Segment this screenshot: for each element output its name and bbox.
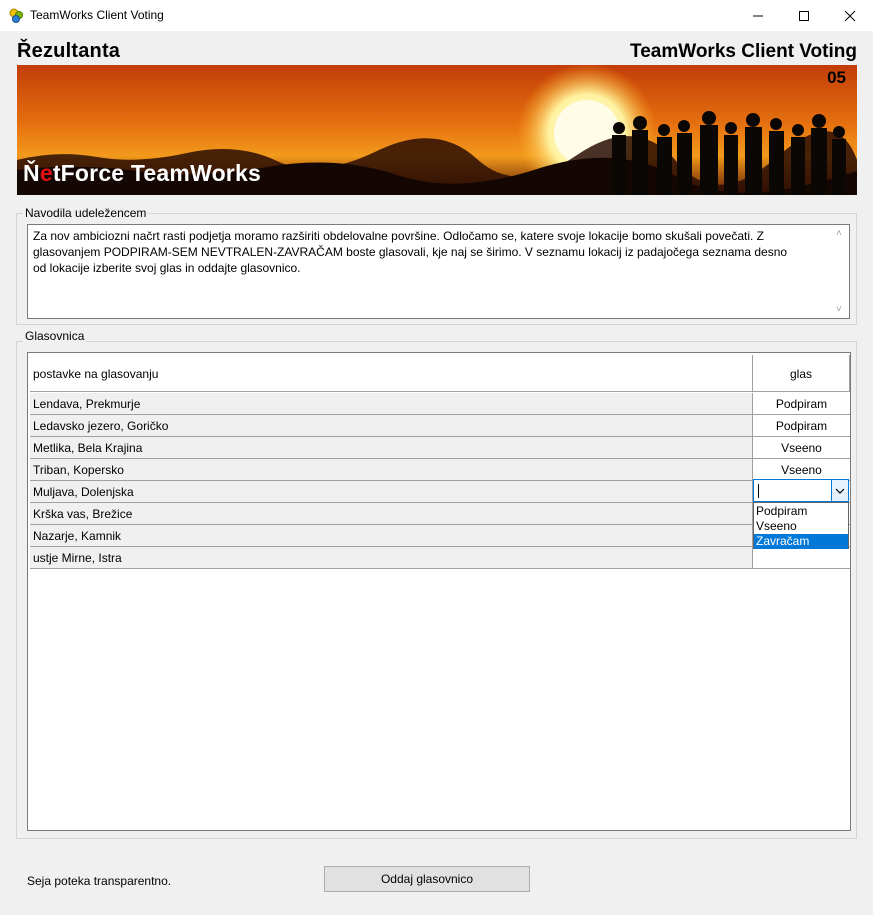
vote-cell[interactable] [753, 547, 850, 568]
vote-cell[interactable]: Vseeno [753, 437, 850, 458]
vote-cell[interactable]: Vseeno [753, 459, 850, 480]
app-heading: TeamWorks Client Voting [630, 41, 857, 62]
instructions-scrollbar[interactable]: ˄ ˅ [832, 225, 849, 318]
window-title: TeamWorks Client Voting [30, 8, 164, 22]
rezultanta-logo: Řezultanta [17, 40, 121, 62]
dropdown-option-podpiram[interactable]: Podpiram [754, 504, 848, 519]
grid-header: postavke na glasovanju glas [30, 355, 850, 392]
submit-ballot-button[interactable]: Oddaj glasovnico [324, 866, 530, 892]
version-label: 05 [827, 68, 846, 87]
instructions-text: Za nov ambiciozni načrt rasti podjetja m… [33, 229, 788, 275]
item-cell[interactable]: Lendava, Prekmurje [30, 393, 753, 414]
app-window: TeamWorks Client Voting Řezultanta TeamW… [0, 0, 873, 915]
table-row: Lendava, Prekmurje Podpiram [30, 393, 850, 415]
maximize-icon [799, 10, 809, 21]
vote-dropdown-list: Podpiram Vseeno Zavračam [753, 502, 849, 549]
title-bar: TeamWorks Client Voting [0, 0, 873, 31]
close-button[interactable] [827, 0, 873, 31]
brand-rest: tForce TeamWorks [52, 160, 261, 186]
scroll-down-icon[interactable]: ˅ [836, 304, 842, 315]
dropdown-option-vseeno[interactable]: Vseeno [754, 519, 848, 534]
table-row: Nazarje, Kamnik [30, 525, 850, 547]
item-cell[interactable]: Metlika, Bela Krajina [30, 437, 753, 458]
chevron-down-icon [835, 488, 845, 494]
item-cell[interactable]: Krška vas, Brežice [30, 503, 753, 524]
item-cell[interactable]: ustje Mirne, Istra [30, 547, 753, 568]
vote-cell[interactable]: Podpiram [753, 393, 850, 414]
minimize-icon [753, 15, 763, 16]
ballot-grid: postavke na glasovanju glas Lendava, Pre… [27, 352, 851, 831]
netforce-brand: ŇetForce TeamWorks [23, 160, 261, 187]
column-header-vote[interactable]: glas [753, 355, 850, 392]
item-cell[interactable]: Muljava, Dolenjska [30, 481, 753, 502]
ballot-group-title: Glasovnica [23, 329, 87, 343]
brand-n: Ň [23, 160, 40, 186]
header-banner: 05 ŇetForce TeamWorks [17, 65, 857, 195]
table-row: Ledavsko jezero, Goričko Podpiram [30, 415, 850, 437]
item-cell[interactable]: Nazarje, Kamnik [30, 525, 753, 546]
brand-e: e [39, 160, 53, 186]
table-row: Triban, Kopersko Vseeno [30, 459, 850, 481]
dropdown-option-zavracam[interactable]: Zavračam [754, 534, 848, 549]
column-header-items[interactable]: postavke na glasovanju [30, 355, 753, 392]
item-cell[interactable]: Ledavsko jezero, Goričko [30, 415, 753, 436]
minimize-button[interactable] [735, 0, 781, 31]
scroll-up-icon[interactable]: ˄ [836, 228, 842, 239]
vote-cell[interactable]: Podpiram [753, 415, 850, 436]
text-caret [758, 484, 759, 498]
item-cell[interactable]: Triban, Kopersko [30, 459, 753, 480]
app-icon [8, 7, 25, 24]
table-row: Krška vas, Brežice [30, 503, 850, 525]
maximize-button[interactable] [781, 0, 827, 31]
session-status: Seja poteka transparentno. [27, 874, 172, 888]
instructions-group-title: Navodila udeležencem [23, 206, 149, 220]
instructions-textbox[interactable]: Za nov ambiciozni načrt rasti podjetja m… [27, 224, 850, 319]
table-row: Muljava, Dolenjska [30, 481, 850, 503]
table-row: Metlika, Bela Krajina Vseeno [30, 437, 850, 459]
vote-combobox[interactable] [753, 479, 849, 502]
close-icon [844, 10, 856, 21]
table-row: ustje Mirne, Istra [30, 547, 850, 569]
combobox-dropdown-button[interactable] [831, 480, 848, 501]
